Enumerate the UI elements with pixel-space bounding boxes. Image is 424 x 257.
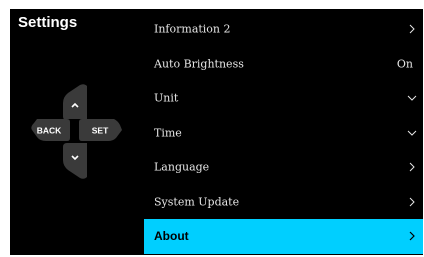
settings-menu: Information 2 Auto Brightness On Unit Ti…: [144, 12, 423, 254]
chevron-right-icon: [409, 162, 415, 172]
menu-item-label: Information 2: [154, 22, 231, 36]
chevron-right-icon: [409, 24, 415, 34]
menu-item-time[interactable]: Time: [144, 116, 423, 151]
chevron-right-icon: [409, 231, 415, 241]
menu-item-information-2[interactable]: Information 2: [144, 12, 423, 47]
menu-item-label: Unit: [154, 91, 179, 105]
menu-item-language[interactable]: Language: [144, 150, 423, 185]
dpad-down-button[interactable]: [63, 143, 87, 179]
menu-item-auto-brightness[interactable]: Auto Brightness On: [144, 47, 423, 82]
menu-item-about[interactable]: About: [144, 219, 423, 254]
set-button[interactable]: SET: [79, 119, 122, 141]
settings-screen: Settings BACK SET Information 2 Auto Bri…: [10, 9, 423, 255]
set-label: SET: [92, 126, 109, 136]
menu-item-label: About: [154, 229, 189, 244]
back-button[interactable]: BACK: [31, 119, 70, 141]
menu-item-label: Auto Brightness: [154, 57, 244, 71]
menu-item-unit[interactable]: Unit: [144, 81, 423, 116]
menu-item-label: Time: [154, 126, 182, 140]
back-label: BACK: [37, 126, 62, 136]
menu-item-system-update[interactable]: System Update: [144, 185, 423, 220]
menu-item-value: On: [396, 57, 413, 71]
menu-item-label: System Update: [154, 195, 240, 209]
menu-item-label: Language: [154, 160, 210, 174]
chevron-down-icon: [407, 95, 417, 101]
chevron-down-icon: [407, 130, 417, 136]
dpad-up-button[interactable]: [63, 84, 87, 119]
chevron-right-icon: [409, 197, 415, 207]
